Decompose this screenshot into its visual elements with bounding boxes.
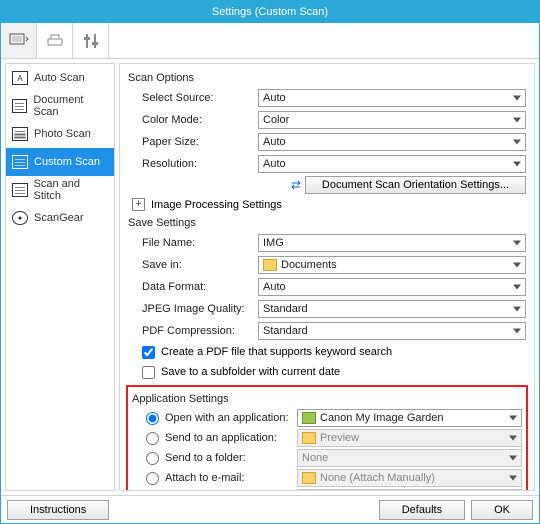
- sidebar-item-label: ScanGear: [34, 212, 84, 224]
- folder-icon: [263, 259, 277, 271]
- stitch-icon: [12, 183, 28, 197]
- pdf-compression-dropdown[interactable]: Standard: [258, 322, 526, 340]
- jpeg-quality-dropdown[interactable]: Standard: [258, 300, 526, 318]
- image-processing-label: Image Processing Settings: [151, 199, 282, 211]
- file-name-dropdown[interactable]: IMG: [258, 234, 526, 252]
- toolbar: [1, 23, 539, 59]
- app-icon: [302, 412, 316, 424]
- ocr-dropdown[interactable]: Output to Text: [297, 489, 522, 491]
- tab-scan-from-panel[interactable]: [37, 23, 73, 58]
- send-app-label: Send to an application:: [165, 432, 291, 444]
- send-folder-radio[interactable]: [146, 452, 159, 465]
- orientation-settings-button[interactable]: Document Scan Orientation Settings...: [305, 176, 526, 194]
- sidebar-item-auto-scan[interactable]: Auto Scan: [6, 64, 114, 92]
- sidebar-item-scangear[interactable]: ScanGear: [6, 204, 114, 232]
- send-app-radio[interactable]: [146, 432, 159, 445]
- file-name-label: File Name:: [142, 237, 258, 249]
- select-source-label: Select Source:: [142, 92, 258, 104]
- defaults-button[interactable]: Defaults: [379, 500, 465, 520]
- email-radio[interactable]: [146, 472, 159, 485]
- open-app-radio[interactable]: [146, 412, 159, 425]
- tab-scan-from-computer[interactable]: [1, 23, 37, 58]
- open-app-label: Open with an application:: [165, 412, 291, 424]
- app-settings-title: Application Settings: [132, 393, 522, 405]
- open-app-dropdown[interactable]: Canon My Image Garden: [297, 409, 522, 427]
- select-source-dropdown[interactable]: Auto: [258, 89, 526, 107]
- data-format-dropdown[interactable]: Auto: [258, 278, 526, 296]
- application-settings-highlight: Application Settings Open with an applic…: [126, 385, 528, 491]
- color-mode-label: Color Mode:: [142, 114, 258, 126]
- paper-size-dropdown[interactable]: Auto: [258, 133, 526, 151]
- sidebar-item-document-scan[interactable]: Document Scan: [6, 92, 114, 120]
- window-title: Settings (Custom Scan): [212, 6, 328, 18]
- resolution-label: Resolution:: [142, 158, 258, 170]
- titlebar: Settings (Custom Scan): [1, 1, 539, 23]
- instructions-button[interactable]: Instructions: [7, 500, 109, 520]
- sidebar-item-label: Document Scan: [33, 94, 108, 118]
- auto-scan-icon: [12, 71, 28, 85]
- document-scan-icon: [12, 99, 27, 113]
- jpeg-quality-label: JPEG Image Quality:: [142, 303, 258, 315]
- sidebar-item-custom-scan[interactable]: Custom Scan: [6, 148, 114, 176]
- send-folder-label: Send to a folder:: [165, 452, 291, 464]
- image-processing-expander[interactable]: +: [132, 198, 145, 211]
- send-folder-dropdown[interactable]: None: [297, 449, 522, 467]
- resolution-dropdown[interactable]: Auto: [258, 155, 526, 173]
- settings-window: Settings (Custom Scan) Auto Scan Documen…: [0, 0, 540, 524]
- sidebar-item-photo-scan[interactable]: Photo Scan: [6, 120, 114, 148]
- pdf-keyword-label: Create a PDF file that supports keyword …: [161, 346, 392, 358]
- custom-scan-icon: [12, 155, 28, 169]
- send-app-dropdown[interactable]: Preview: [297, 429, 522, 447]
- subfolder-label: Save to a subfolder with current date: [161, 366, 340, 378]
- scan-options-title: Scan Options: [128, 72, 526, 84]
- pdf-compression-label: PDF Compression:: [142, 325, 258, 337]
- content-panel[interactable]: Scan Options Select Source:Auto Color Mo…: [119, 63, 535, 491]
- scangear-icon: [12, 211, 28, 225]
- sidebar-item-scan-and-stitch[interactable]: Scan and Stitch: [6, 176, 114, 204]
- color-mode-dropdown[interactable]: Color: [258, 111, 526, 129]
- save-in-label: Save in:: [142, 259, 258, 271]
- sidebar-item-label: Auto Scan: [34, 72, 85, 84]
- paper-size-label: Paper Size:: [142, 136, 258, 148]
- sidebar-item-label: Photo Scan: [34, 128, 91, 140]
- subfolder-checkbox[interactable]: [142, 366, 155, 379]
- mail-icon: [302, 472, 316, 484]
- swap-icon[interactable]: ⇄: [291, 178, 301, 192]
- ok-button[interactable]: OK: [471, 500, 533, 520]
- save-settings-title: Save Settings: [128, 217, 526, 229]
- email-label: Attach to e-mail:: [165, 472, 291, 484]
- footer: Instructions Defaults OK: [1, 495, 539, 523]
- sidebar-item-label: Custom Scan: [34, 156, 100, 168]
- sidebar: Auto Scan Document Scan Photo Scan Custo…: [5, 63, 115, 491]
- pdf-keyword-checkbox[interactable]: [142, 346, 155, 359]
- sidebar-item-label: Scan and Stitch: [34, 178, 108, 202]
- photo-scan-icon: [12, 127, 28, 141]
- data-format-label: Data Format:: [142, 281, 258, 293]
- email-dropdown[interactable]: None (Attach Manually): [297, 469, 522, 487]
- preview-icon: [302, 432, 316, 444]
- tab-general-settings[interactable]: [73, 23, 109, 58]
- save-in-dropdown[interactable]: Documents: [258, 256, 526, 274]
